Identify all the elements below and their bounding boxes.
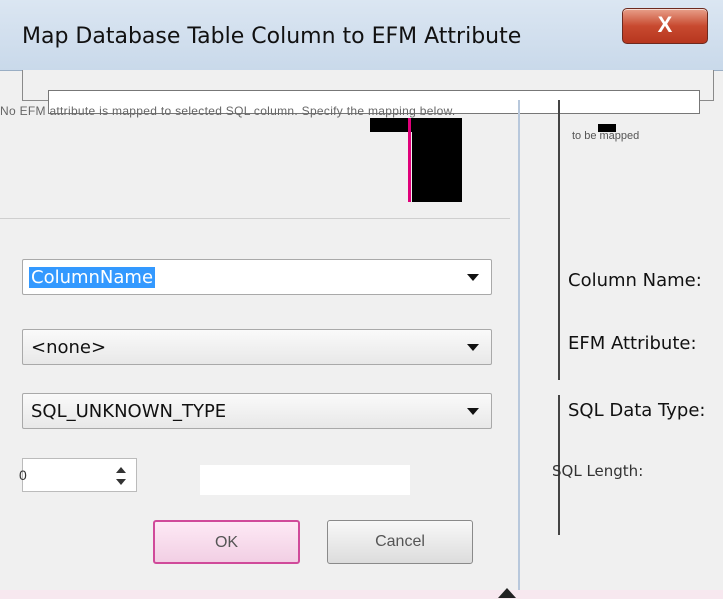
caret-up-icon [498, 588, 516, 598]
column-name-value: ColumnName [29, 267, 156, 288]
artifact-strip [200, 465, 410, 495]
column-name-combo[interactable]: ColumnName [22, 259, 492, 295]
divider-vertical [558, 100, 560, 380]
chevron-down-icon [467, 344, 479, 351]
window-bottom-edge [0, 590, 723, 599]
window-title: Map Database Table Column to EFM Attribu… [22, 24, 522, 49]
artifact-stripe [408, 118, 411, 202]
cancel-button[interactable]: Cancel [327, 520, 473, 564]
divider-vertical [518, 100, 520, 590]
ok-label: OK [214, 534, 239, 551]
ok-button[interactable]: OK [153, 520, 300, 564]
title-bar: Map Database Table Column to EFM Attribu… [0, 0, 723, 71]
artifact-block [598, 124, 616, 132]
spin-up-icon[interactable] [116, 467, 126, 473]
cancel-label: Cancel [375, 533, 425, 550]
artifact-block [412, 118, 462, 202]
sql-length-spinner[interactable]: 0 [19, 458, 137, 492]
sql-data-type-value: SQL_UNKNOWN_TYPE [31, 401, 227, 422]
spin-down-icon[interactable] [116, 479, 126, 485]
divider [0, 218, 510, 219]
column-name-label: Column Name: [568, 270, 702, 291]
close-button[interactable]: X [622, 8, 708, 44]
close-icon: X [657, 12, 673, 37]
sql-data-type-combo[interactable]: SQL_UNKNOWN_TYPE [22, 393, 492, 429]
efm-attribute-label: EFM Attribute: [568, 333, 697, 354]
message-text: No EFM attribute is mapped to selected S… [0, 104, 456, 118]
chevron-down-icon [467, 274, 479, 281]
efm-attribute-value: <none> [31, 337, 107, 358]
sql-data-type-label: SQL Data Type: [568, 400, 706, 421]
efm-attribute-combo[interactable]: <none> [22, 329, 492, 365]
chevron-down-icon [467, 408, 479, 415]
sql-length-label: SQL Length: [552, 462, 644, 480]
sql-length-value: 0 [19, 467, 27, 483]
